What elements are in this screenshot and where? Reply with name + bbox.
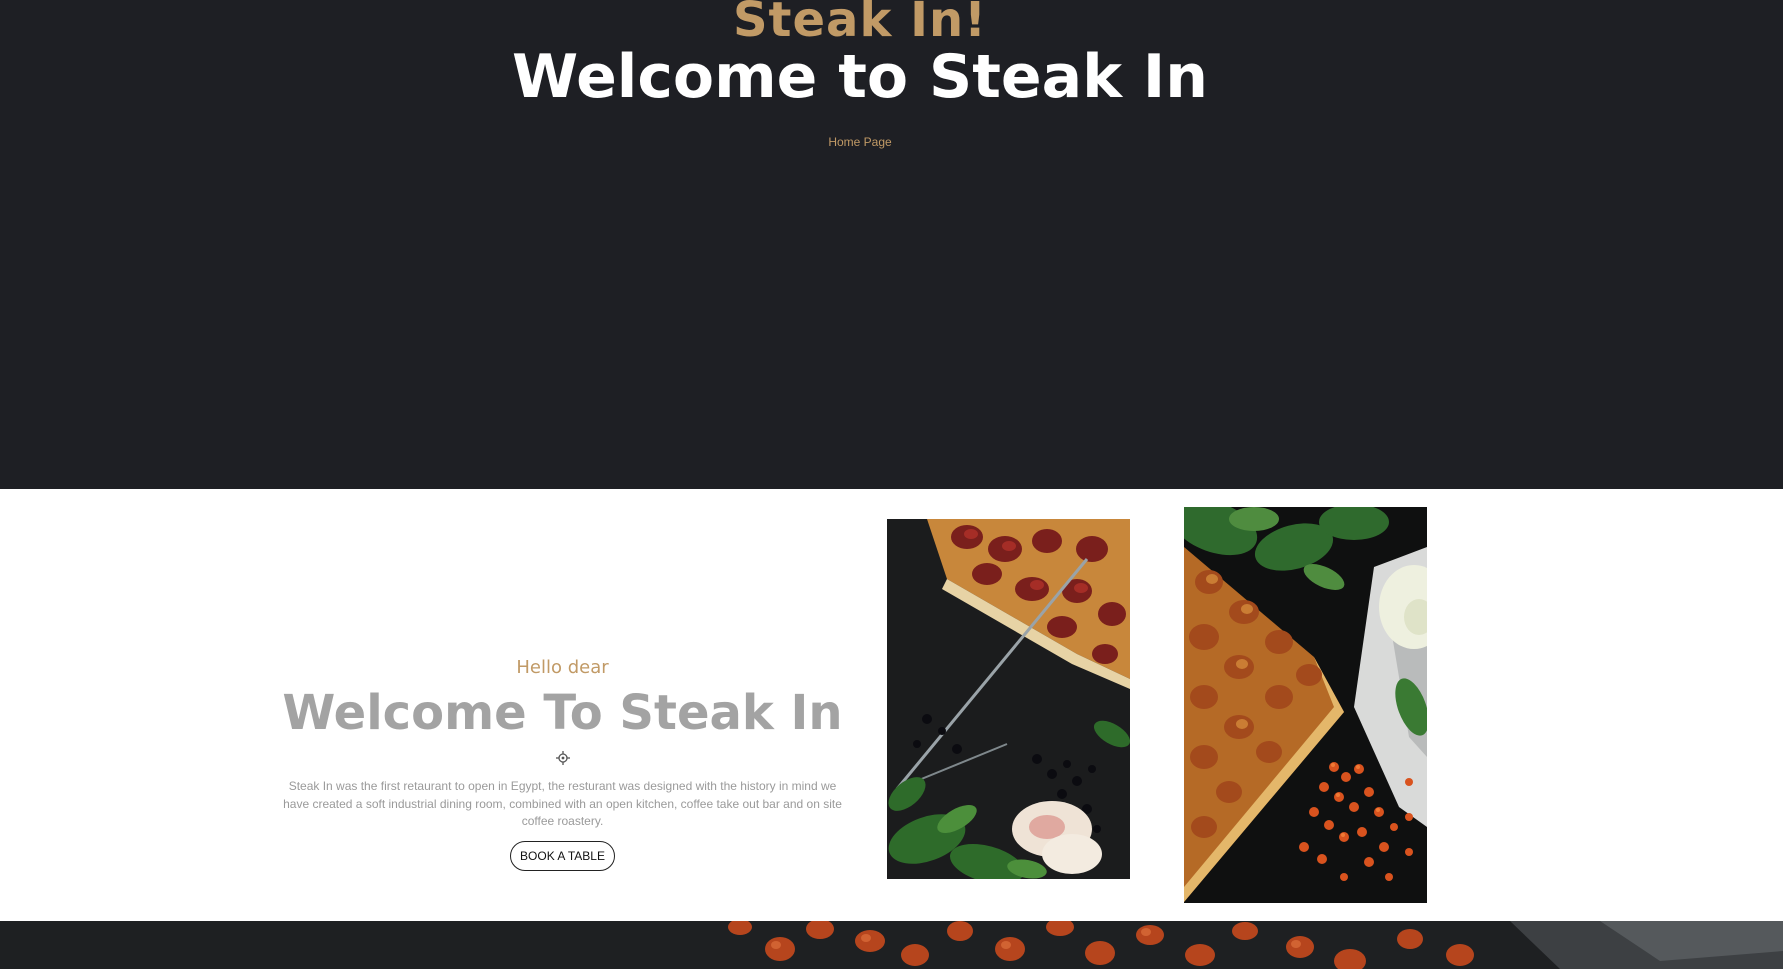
about-text-block: Hello dear Welcome To Steak In Steak In … <box>275 657 850 871</box>
home-page-link[interactable]: Home Page <box>0 135 1720 149</box>
bottom-hero-image-strip <box>0 921 1783 969</box>
about-section: Hello dear Welcome To Steak In Steak In … <box>0 489 1783 921</box>
hero-section: Steak In! Welcome to Steak In Home Page <box>0 0 1783 489</box>
about-title: Welcome To Steak In <box>282 685 843 741</box>
hero-title: Welcome to Steak In <box>512 42 1208 112</box>
about-description: Steak In was the first retaurant to open… <box>283 779 842 828</box>
tart-photo-right <box>1184 507 1427 903</box>
greeting-text: Hello dear <box>516 657 609 678</box>
tart-photo-left <box>887 519 1130 879</box>
book-a-table-button[interactable]: BOOK A TABLE <box>510 840 615 871</box>
ornament-icon <box>555 751 570 765</box>
brand-logo-text[interactable]: Steak In! <box>0 0 1720 48</box>
